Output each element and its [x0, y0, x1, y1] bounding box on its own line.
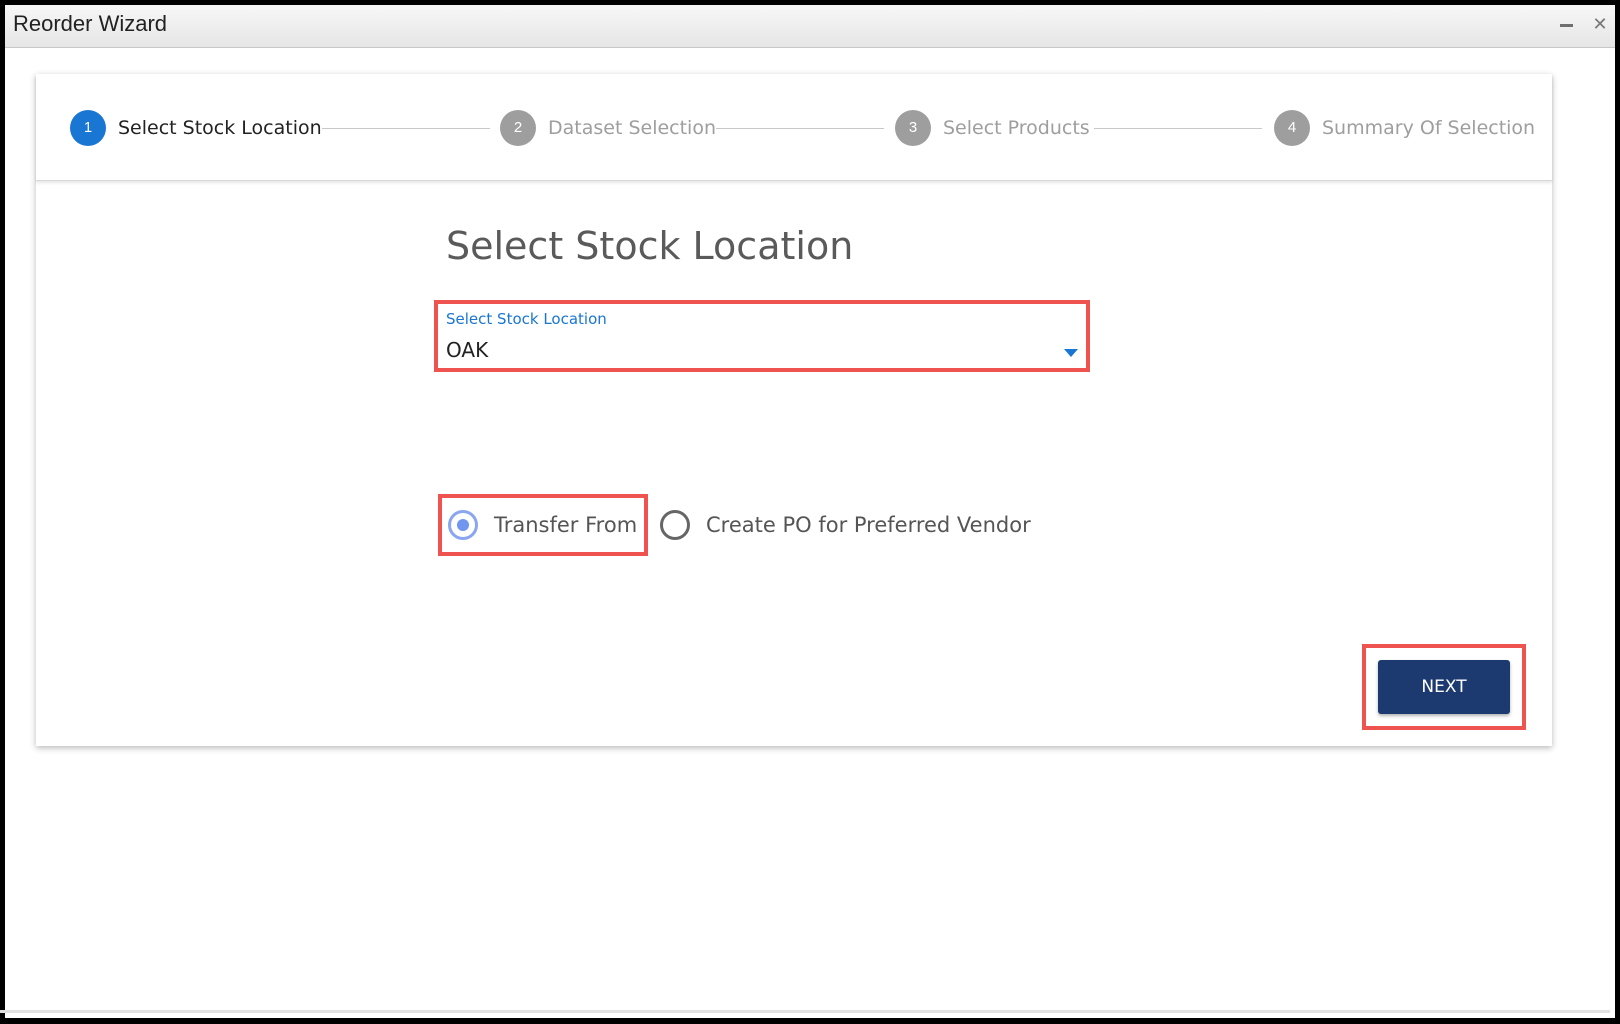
step-number-badge: 1 — [70, 110, 106, 146]
window-title: Reorder Wizard — [13, 11, 168, 36]
step-label: Summary Of Selection — [1322, 117, 1536, 139]
radio-create-po-preferred-vendor[interactable]: Create PO for Preferred Vendor — [660, 510, 1031, 540]
close-icon[interactable]: ✕ — [1587, 12, 1613, 38]
step-connector — [1094, 128, 1262, 129]
chevron-down-icon[interactable] — [1064, 349, 1078, 357]
step-select-stock-location[interactable]: 1 Select Stock Location — [70, 110, 322, 146]
wizard-card: 1 Select Stock Location 2 Dataset Select… — [36, 74, 1552, 746]
minimize-icon[interactable] — [1553, 12, 1579, 38]
step-label: Dataset Selection — [548, 117, 717, 139]
step-number-badge: 4 — [1274, 110, 1310, 146]
step-dataset-selection[interactable]: 2 Dataset Selection — [500, 110, 716, 146]
bottom-edge — [0, 1010, 1610, 1013]
radio-label: Create PO for Preferred Vendor — [706, 513, 1031, 537]
step-number-badge: 3 — [895, 110, 931, 146]
title-bar[interactable]: Reorder Wizard ✕ — [5, 5, 1615, 48]
step-number-badge: 2 — [500, 110, 536, 146]
radio-dot-icon — [457, 519, 469, 531]
wizard-stepper: 1 Select Stock Location 2 Dataset Select… — [36, 74, 1552, 181]
next-button[interactable]: NEXT — [1378, 660, 1510, 714]
step-connector — [716, 128, 884, 129]
page-title: Select Stock Location — [446, 224, 854, 268]
radio-label: Transfer From — [494, 513, 638, 537]
stock-location-field-label: Select Stock Location — [446, 310, 607, 328]
step-label: Select Stock Location — [118, 117, 322, 139]
radio-checked-icon[interactable] — [448, 510, 478, 540]
radio-unchecked-icon[interactable] — [660, 510, 690, 540]
step-connector — [322, 128, 490, 129]
stock-location-select[interactable]: OAK — [446, 338, 488, 362]
step-select-products[interactable]: 3 Select Products — [895, 110, 1090, 146]
step-summary-of-selection[interactable]: 4 Summary Of Selection — [1274, 110, 1535, 146]
radio-transfer-from[interactable]: Transfer From — [448, 510, 637, 540]
step-label: Select Products — [943, 117, 1090, 139]
